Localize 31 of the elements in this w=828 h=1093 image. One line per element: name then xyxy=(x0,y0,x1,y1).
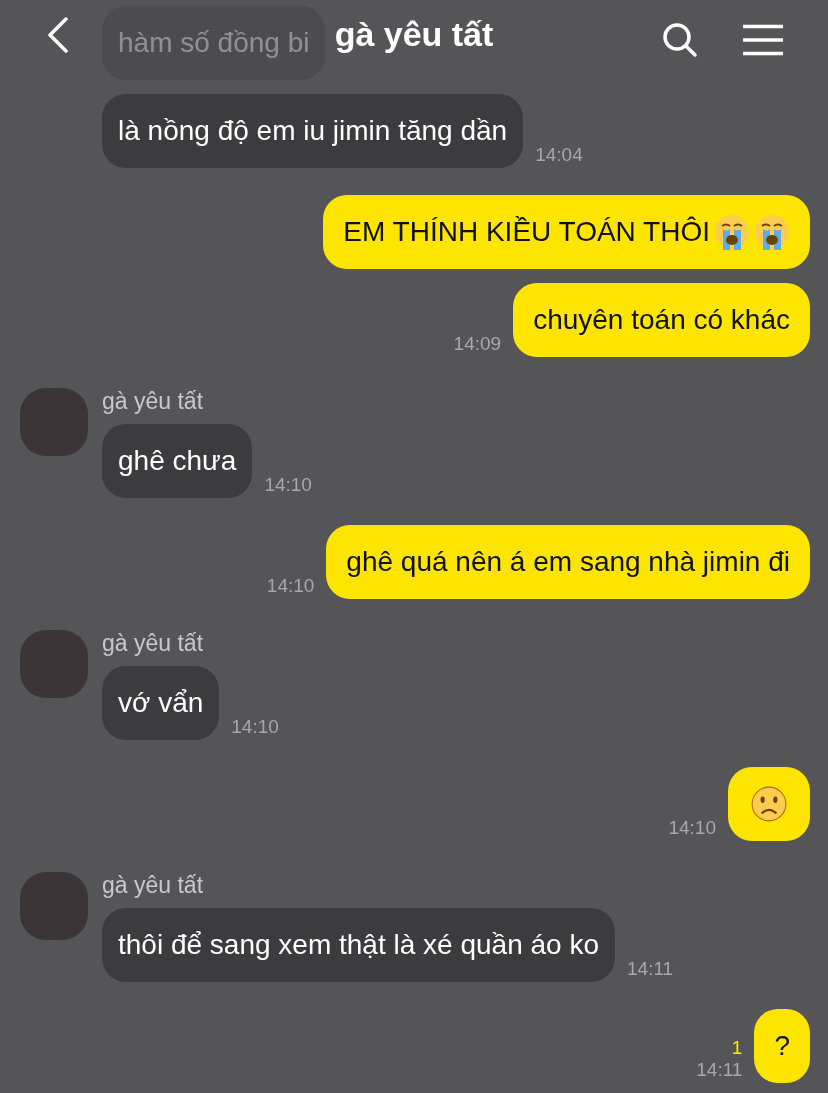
message-bubble: chuyên toán có khác xyxy=(513,283,810,357)
message-time: 14:10 xyxy=(231,716,279,738)
frowning-face-icon xyxy=(750,785,788,823)
message-bubble: ghê chưa xyxy=(102,424,253,498)
unread-count: 1 xyxy=(731,1037,743,1059)
sender-name: gà yêu tất xyxy=(102,388,205,415)
sender-name: gà yêu tất xyxy=(102,630,205,657)
message-time: 14:09 xyxy=(453,333,502,355)
message-time: 14:10 xyxy=(266,575,315,597)
crying-face-icon xyxy=(754,214,790,250)
back-icon[interactable] xyxy=(46,17,70,53)
chat-title: gà yêu tất xyxy=(334,14,494,54)
sender-name: gà yêu tất xyxy=(102,872,205,899)
message-time: 14:11 xyxy=(627,958,674,980)
menu-icon[interactable] xyxy=(742,24,784,56)
avatar-photo xyxy=(20,872,88,940)
message-bubble: ? xyxy=(754,1009,810,1083)
message-time: 14:04 xyxy=(535,144,583,166)
avatar-photo xyxy=(20,388,88,456)
message-bubble: thôi để sang xem thật là xé quần áo ko xyxy=(102,908,615,982)
message-time: 14:10 xyxy=(264,474,312,496)
message-bubble: vớ vẩn xyxy=(102,666,220,740)
message-time: 14:10 xyxy=(668,817,716,839)
message-bubble: EM THÍNH KIỀU TOÁN THÔI xyxy=(323,195,810,269)
avatar-photo xyxy=(20,630,88,698)
message-bubble: hàm số đồng bi xyxy=(102,6,326,80)
message-time: 14:11 xyxy=(696,1059,743,1081)
message-bubble: ghê quá nên á em sang nhà jimin đi xyxy=(326,525,810,599)
search-icon[interactable] xyxy=(662,22,698,58)
crying-face-icon xyxy=(714,214,750,250)
message-bubble: là nồng độ em iu jimin tăng dần xyxy=(102,94,524,168)
